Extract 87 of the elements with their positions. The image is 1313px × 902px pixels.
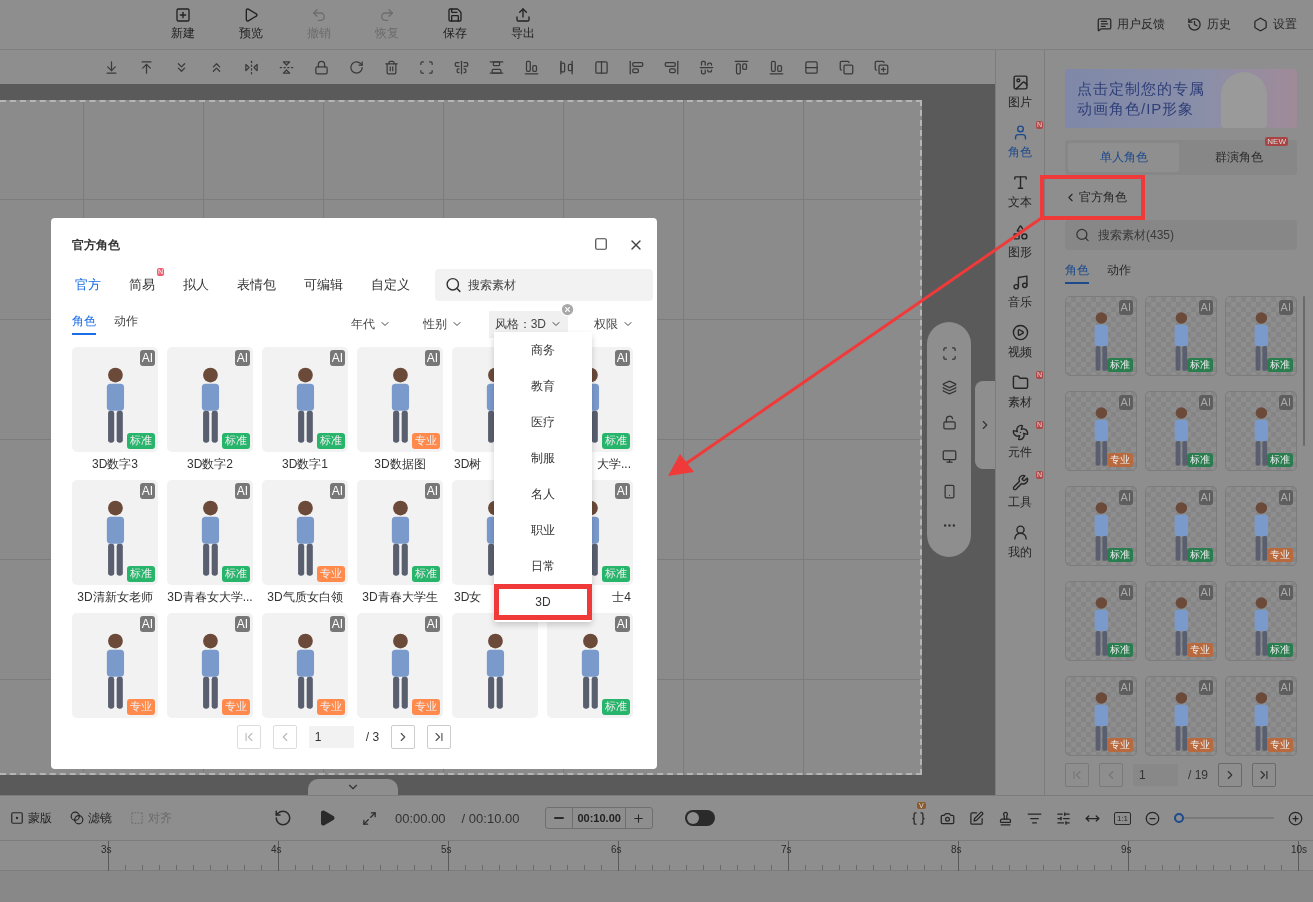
ruler-label: 7s [781,844,792,855]
ruler-label: 3s [101,844,112,855]
ai-badge: AI [329,350,345,367]
tier-tag: 标准 [602,699,630,715]
ai-badge: AI [424,616,440,633]
ai-badge: AI [1118,585,1133,601]
tier-tag: 专业 [1267,547,1293,562]
ruler-label: 10s [1291,844,1308,855]
character-name: 3D数据图 [373,456,427,473]
ai-badge: AI [139,616,155,633]
character-name: 3D气质女白领 [266,589,344,606]
tier-tag: 专业 [1187,642,1213,657]
ai-badge: AI [614,616,630,633]
current-time: 00:00.00 [395,810,446,826]
character-name: 大学... [596,456,632,473]
character-name: 3D树 [453,456,483,473]
new-badge: NEW [1265,137,1288,146]
character-name: 3D数字1 [281,456,329,473]
ai-badge: AI [1118,300,1133,316]
tier-tag: 标准 [1187,357,1213,372]
ai-badge: AI [329,616,345,633]
ai-badge: AI [1118,490,1133,506]
ai-badge: AI [1198,490,1213,506]
tier-tag: 专业 [1187,737,1213,752]
tier-tag: 标准 [127,433,155,449]
ai-badge: AI [614,350,630,367]
character-name: 士4 [611,589,632,606]
ai-badge: AI [1198,585,1213,601]
tier-tag: 标准 [412,566,440,582]
ai-badge: AI [139,350,155,367]
banner-text: 点击定制您的专属 动画角色/IP形象 [1077,78,1205,119]
character-name: 3D青春女大学... [166,589,254,606]
ruler-label: 9s [1121,844,1132,855]
ai-badge: AI [1278,585,1293,601]
tier-tag: 标准 [1107,357,1133,372]
ai-badge: AI [234,350,250,367]
total-time: / 00:10.00 [461,810,520,826]
tier-tag: 专业 [317,566,345,582]
tier-tag: 标准 [127,566,155,582]
tier-tag: 标准 [602,566,630,582]
ai-badge: AI [1278,395,1293,411]
ai-badge: AI [424,350,440,367]
ai-badge: AI [234,616,250,633]
page-total: / 3 [365,730,380,744]
ai-badge: AI [424,483,440,500]
tier-tag: 专业 [1267,737,1293,752]
page-total: / 19 [1188,768,1208,782]
tier-tag: 标准 [1187,547,1213,562]
ai-badge: AI [614,483,630,500]
ruler-label: 4s [271,844,282,855]
tier-tag: 专业 [1107,452,1133,467]
character-name: 3D女 [453,589,483,606]
ai-badge: AI [234,483,250,500]
character-name: 3D清新女老师 [76,589,154,606]
ai-badge: AI [329,483,345,500]
tier-tag: 专业 [412,433,440,449]
tier-tag: 标准 [317,433,345,449]
ruler-label: 8s [951,844,962,855]
tier-tag: 标准 [1267,642,1293,657]
tier-tag: 专业 [317,699,345,715]
ai-badge: AI [1278,300,1293,316]
tier-tag: 专业 [412,699,440,715]
ruler-label: 6s [611,844,622,855]
ai-badge: AI [1118,680,1133,696]
tier-tag: 标准 [222,566,250,582]
character-name: 3D数字3 [91,456,139,473]
character-name: 3D数字2 [186,456,234,473]
tier-tag: 专业 [127,699,155,715]
tier-tag: 标准 [1187,452,1213,467]
ai-badge: AI [139,483,155,500]
tier-tag: 标准 [222,433,250,449]
tier-tag: 专业 [222,699,250,715]
tier-tag: 专业 [1107,737,1133,752]
ai-badge: AI [1198,300,1213,316]
tier-tag: 标准 [1107,547,1133,562]
tier-tag: 标准 [1107,642,1133,657]
ai-badge: AI [1278,680,1293,696]
ai-badge: AI [1198,680,1213,696]
tier-tag: 标准 [1267,452,1293,467]
ai-badge: AI [1118,395,1133,411]
tier-tag: 标准 [602,433,630,449]
ruler-label: 5s [441,844,452,855]
ai-badge: AI [1198,395,1213,411]
character-name: 3D青春大学生 [361,589,439,606]
ai-badge: AI [1278,490,1293,506]
dialog-title: 官方角色 [72,236,120,254]
tier-tag: 标准 [1267,357,1293,372]
